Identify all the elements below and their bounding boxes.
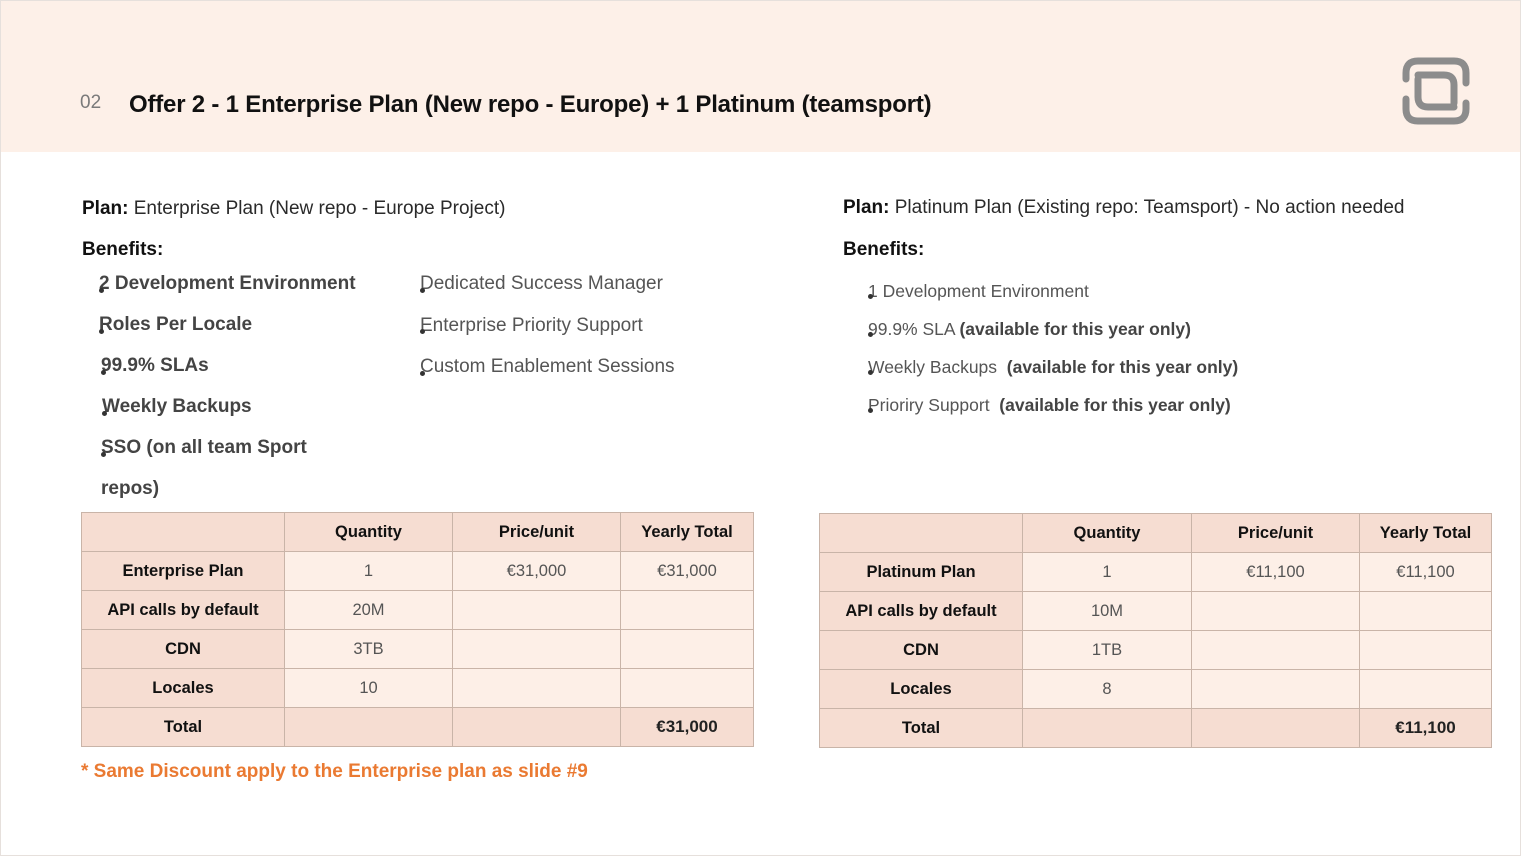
- table-cell: [1191, 708, 1360, 748]
- table-row: Enterprise Plan 1 €31,000 €31,000: [81, 551, 754, 591]
- discount-footnote: * Same Discount apply to the Enterprise …: [81, 761, 588, 782]
- right-benefits-heading: Benefits:: [843, 239, 925, 260]
- benefit-text: 99.9% SLA: [868, 319, 960, 339]
- table-cell: €31,000: [620, 551, 754, 591]
- slide-header: [1, 1, 1520, 152]
- row-label: API calls by default: [819, 591, 1023, 631]
- benefit-item: 99.9% SLA (available for this year only): [843, 316, 1238, 354]
- benefit-item: 99.9% SLAs: [72, 352, 356, 393]
- left-plan-value: Enterprise Plan (New repo - Europe Proje…: [128, 198, 506, 219]
- table-row: CDN 3TB: [81, 629, 754, 669]
- row-label: Locales: [81, 668, 285, 708]
- right-plan-label: Plan:: [843, 197, 890, 218]
- left-benefits-list-1: 2 Development Environment Roles Per Loca…: [72, 270, 356, 475]
- benefit-text: 1 Development Environment: [868, 281, 1089, 301]
- benefit-item: Custom Enablement Sessions: [393, 353, 675, 395]
- benefit-item: SSO (on all team Sport: [72, 434, 356, 475]
- platinum-pricing-table: Quantity Price/unit Yearly Total Platinu…: [819, 513, 1492, 748]
- slide-title: Offer 2 - 1 Enterprise Plan (New repo - …: [129, 91, 932, 118]
- table-cell: €11,100: [1359, 552, 1492, 592]
- table-cell: 8: [1022, 669, 1192, 709]
- table-cell: 10: [284, 668, 453, 708]
- table-header-cell: Quantity: [1022, 513, 1192, 553]
- table-header-cell: Price/unit: [452, 512, 621, 552]
- table-total-row: Total €11,100: [819, 708, 1492, 748]
- table-header-cell: [81, 512, 285, 552]
- table-cell: [452, 629, 621, 669]
- benefit-item: Roles Per Locale: [72, 311, 356, 352]
- benefit-item: Dedicated Success Manager: [393, 270, 675, 312]
- row-label: Enterprise Plan: [81, 551, 285, 591]
- row-label: API calls by default: [81, 590, 285, 630]
- benefit-item: Prioriry Support (available for this yea…: [843, 392, 1238, 430]
- table-row: CDN 1TB: [819, 630, 1492, 670]
- right-benefits-list: 1 Development Environment 99.9% SLA (ava…: [843, 278, 1238, 430]
- benefit-item: 1 Development Environment: [843, 278, 1238, 316]
- benefit-item: Enterprise Priority Support: [393, 312, 675, 354]
- table-cell: [1359, 669, 1492, 709]
- benefit-text: Prioriry Support: [868, 395, 1000, 415]
- total-label: Total: [81, 707, 285, 747]
- right-plan-line: Plan: Platinum Plan (Existing repo: Team…: [843, 197, 1404, 219]
- benefit-item-continuation: repos): [101, 478, 160, 499]
- table-row: Locales 10: [81, 668, 754, 708]
- table-header-cell: [819, 513, 1023, 553]
- table-cell: [1191, 630, 1360, 670]
- table-header-row: Quantity Price/unit Yearly Total: [81, 512, 754, 552]
- table-header-cell: Yearly Total: [1359, 513, 1492, 553]
- benefit-item: Weekly Backups (available for this year …: [843, 354, 1238, 392]
- table-header-cell: Yearly Total: [620, 512, 754, 552]
- table-cell: 10M: [1022, 591, 1192, 631]
- benefit-item: Weekly Backups: [72, 393, 356, 434]
- total-label: Total: [819, 708, 1023, 748]
- table-cell: 3TB: [284, 629, 453, 669]
- row-label: CDN: [819, 630, 1023, 670]
- table-cell: [452, 707, 621, 747]
- table-cell: [1359, 591, 1492, 631]
- table-total-row: Total €31,000: [81, 707, 754, 747]
- table-cell: [1359, 630, 1492, 670]
- table-cell: [620, 590, 754, 630]
- table-cell: €11,100: [1191, 552, 1360, 592]
- table-row: API calls by default 10M: [819, 591, 1492, 631]
- benefit-item: 2 Development Environment: [72, 270, 356, 311]
- benefit-text: Weekly Backups: [868, 357, 1007, 377]
- table-header-row: Quantity Price/unit Yearly Total: [819, 513, 1492, 553]
- table-row: Locales 8: [819, 669, 1492, 709]
- right-plan-value: Platinum Plan (Existing repo: Teamsport)…: [889, 197, 1405, 218]
- table-cell: 1TB: [1022, 630, 1192, 670]
- row-label: CDN: [81, 629, 285, 669]
- left-benefits-list-2: Dedicated Success Manager Enterprise Pri…: [393, 270, 675, 395]
- benefit-note: (available for this year only): [1006, 357, 1239, 377]
- table-cell: 20M: [284, 590, 453, 630]
- table-row: API calls by default 20M: [81, 590, 754, 630]
- row-label: Locales: [819, 669, 1023, 709]
- table-cell: [620, 668, 754, 708]
- brand-logo-icon: [1402, 57, 1470, 125]
- table-cell: €31,000: [452, 551, 621, 591]
- table-cell: [620, 629, 754, 669]
- row-label: Platinum Plan: [819, 552, 1023, 592]
- table-cell: 1: [1022, 552, 1192, 592]
- table-header-cell: Price/unit: [1191, 513, 1360, 553]
- table-cell: [1191, 669, 1360, 709]
- table-cell: [452, 590, 621, 630]
- total-value: €31,000: [620, 707, 754, 747]
- table-cell: [284, 707, 453, 747]
- left-plan-label: Plan:: [82, 198, 129, 219]
- total-value: €11,100: [1359, 708, 1492, 748]
- table-cell: [452, 668, 621, 708]
- table-header-cell: Quantity: [284, 512, 453, 552]
- benefit-note: (available for this year only): [959, 319, 1191, 339]
- table-cell: [1022, 708, 1192, 748]
- slide-number: 02: [80, 92, 102, 113]
- enterprise-pricing-table: Quantity Price/unit Yearly Total Enterpr…: [81, 512, 754, 747]
- left-plan-line: Plan: Enterprise Plan (New repo - Europe…: [82, 198, 505, 220]
- table-row: Platinum Plan 1 €11,100 €11,100: [819, 552, 1492, 592]
- table-cell: 1: [284, 551, 453, 591]
- benefit-note: (available for this year only): [999, 395, 1231, 415]
- table-cell: [1191, 591, 1360, 631]
- left-benefits-heading: Benefits:: [82, 239, 164, 260]
